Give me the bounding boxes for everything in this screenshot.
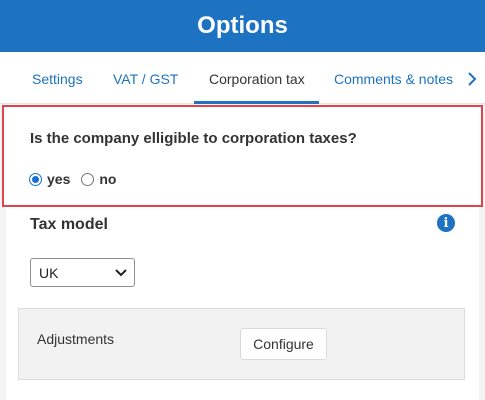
tax-model-selected-value: UK — [39, 264, 59, 281]
active-tab-indicator — [194, 101, 319, 104]
tab-corporation-tax[interactable]: Corporation tax — [209, 71, 305, 87]
options-header: Options — [0, 0, 485, 52]
configure-button[interactable]: Configure — [240, 328, 327, 360]
tab-bar: Settings VAT / GST Corporation tax Comme… — [0, 52, 485, 104]
no-radio-label[interactable]: no — [99, 171, 116, 187]
tab-scroll-right-button[interactable] — [462, 68, 482, 90]
no-radio[interactable] — [81, 172, 95, 186]
chevron-right-icon — [468, 72, 477, 86]
yes-radio-label[interactable]: yes — [47, 171, 70, 187]
corporation-tax-eligibility-box: Is the company elligible to corporation … — [2, 105, 483, 207]
tab-settings[interactable]: Settings — [32, 71, 83, 87]
chevron-down-icon — [115, 269, 127, 277]
tax-model-title: Tax model — [30, 216, 108, 233]
content-area: Tax model i UK Adjustments Configure — [0, 207, 485, 400]
adjustments-box: Adjustments Configure — [18, 308, 465, 380]
adjustments-label: Adjustments — [37, 331, 115, 347]
page-title: Options — [197, 12, 288, 39]
tax-model-select[interactable]: UK — [30, 258, 135, 287]
tab-comments-notes[interactable]: Comments & notes — [334, 71, 453, 87]
tab-vat-gst[interactable]: VAT / GST — [113, 71, 178, 87]
info-icon[interactable]: i — [437, 214, 455, 232]
tax-model-panel: Tax model i UK Adjustments Configure — [6, 207, 479, 400]
yes-radio[interactable] — [29, 172, 42, 186]
eligibility-radio-group: yes no — [29, 171, 127, 187]
eligibility-question: Is the company elligible to corporation … — [30, 130, 357, 147]
